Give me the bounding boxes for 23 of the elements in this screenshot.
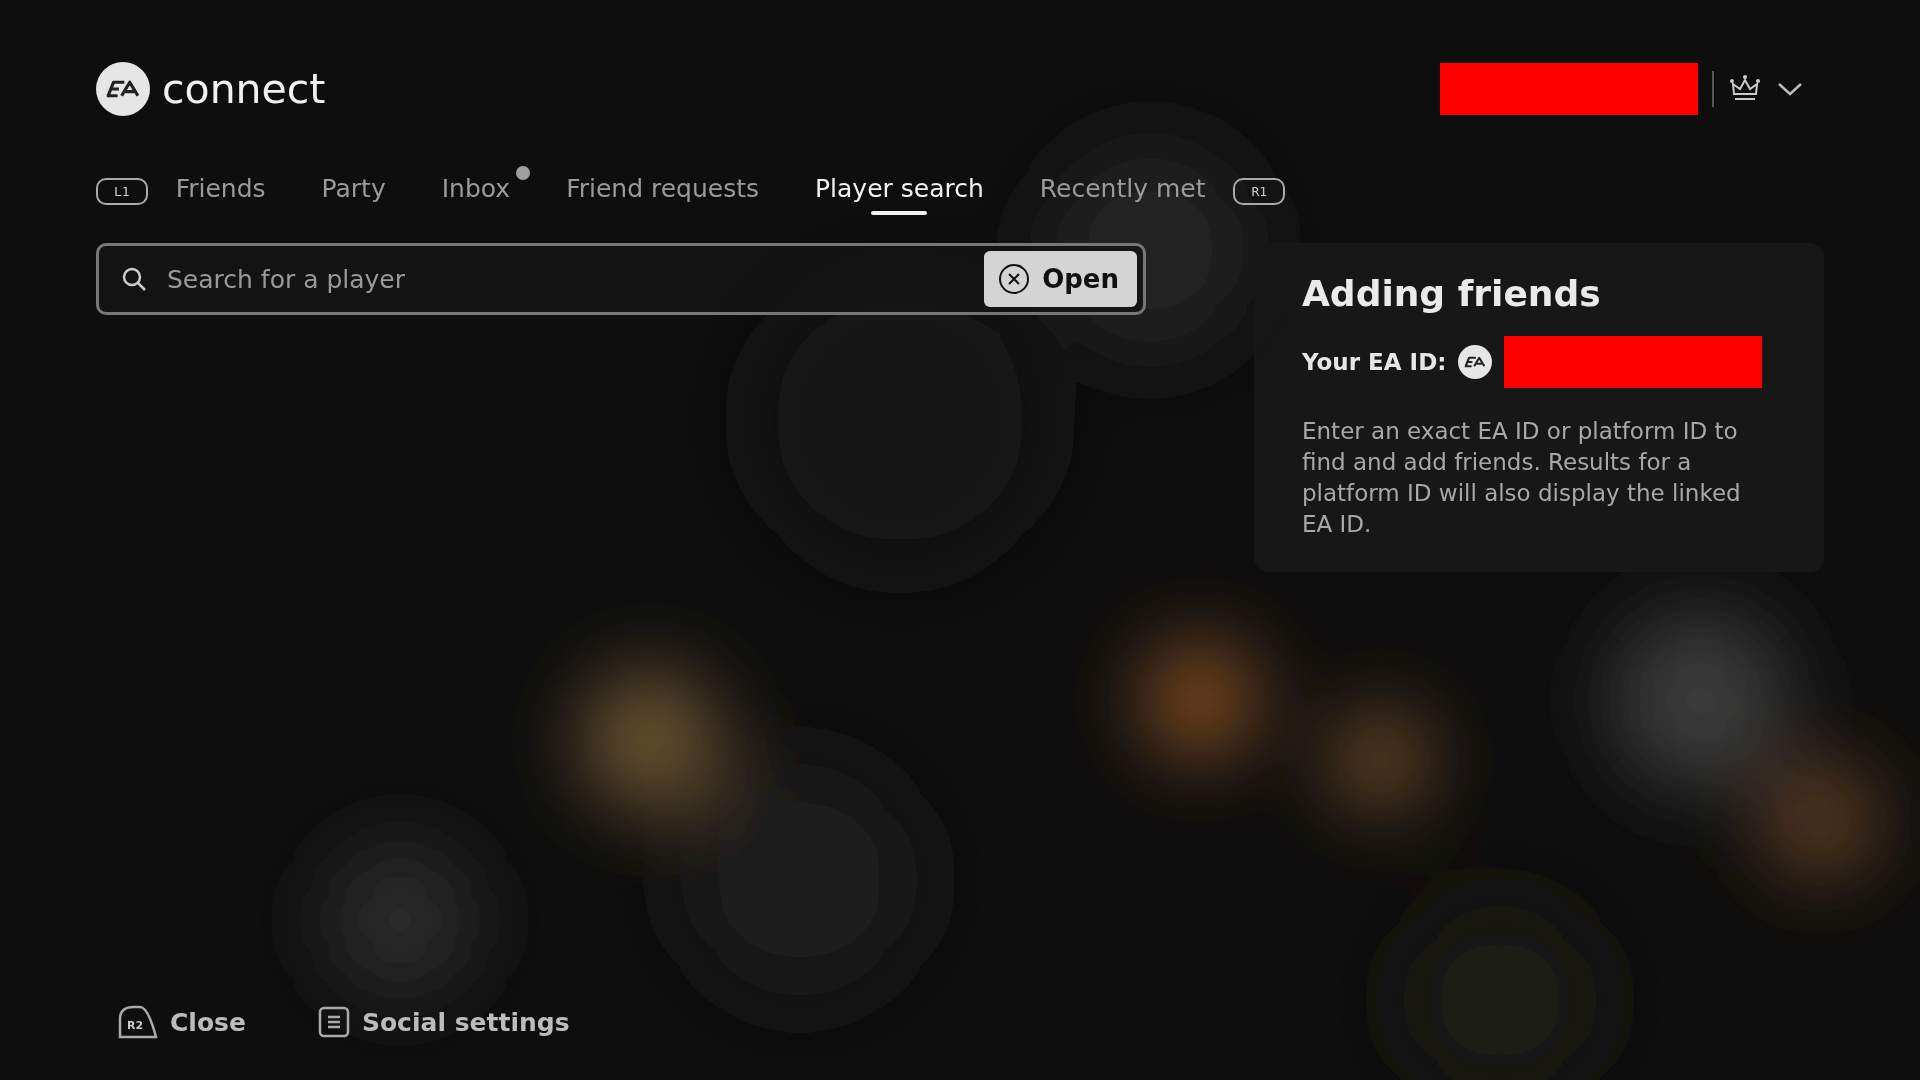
footer-action[interactable]: Social settings — [311, 1004, 576, 1040]
tab[interactable]: Inbox — [413, 166, 539, 217]
tab[interactable]: Friends — [147, 166, 294, 217]
r1-key[interactable]: R1 — [1233, 178, 1286, 205]
footer-action[interactable]: R2 Close — [112, 1004, 252, 1040]
ea-id-label: Your EA ID: — [1302, 349, 1447, 375]
tab[interactable]: Player search — [787, 166, 1012, 217]
tab[interactable]: Party — [293, 166, 414, 217]
app-title: connect — [162, 65, 326, 113]
close-circle-icon — [998, 263, 1031, 295]
chevron-down-icon[interactable] — [1776, 80, 1804, 98]
panel-description: Enter an exact EA ID or platform ID to find and add friends. Results for a platform ID will also display the linked EA ID. — [1302, 417, 1742, 539]
tab[interactable]: Recently met — [1011, 166, 1234, 217]
tab[interactable]: Friend requests — [538, 166, 788, 217]
l1-key[interactable]: L1 — [96, 178, 148, 205]
menu-button-icon — [317, 1006, 350, 1038]
ea-logo-icon — [96, 62, 150, 116]
ea-logo-icon — [1458, 345, 1493, 379]
trigger-button-icon: R2 — [118, 1005, 158, 1039]
panel-title: Adding friends — [1302, 273, 1602, 314]
open-button[interactable]: Open — [984, 251, 1137, 307]
search-field[interactable]: Search for a player Open — [96, 243, 1146, 315]
search-icon — [121, 266, 147, 292]
